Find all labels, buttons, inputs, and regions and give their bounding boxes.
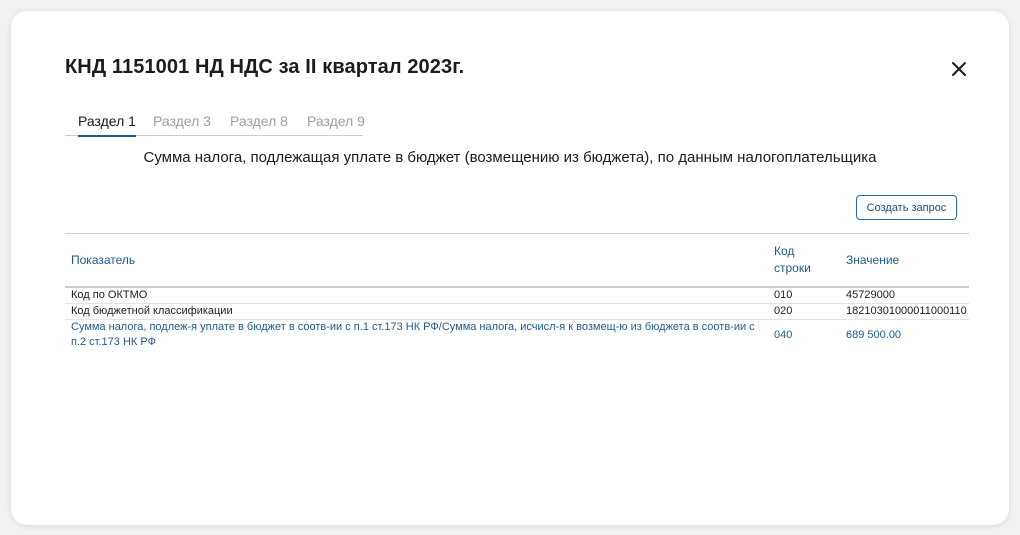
row-code: 040: [774, 329, 793, 341]
tab-section-8[interactable]: Раздел 8: [230, 112, 288, 135]
row-indicator: Код по ОКТМО: [71, 289, 148, 301]
header-indicator: Показатель: [71, 253, 136, 267]
header-line-code-line1: Код: [774, 244, 795, 258]
tab-section-1[interactable]: Раздел 1: [78, 112, 136, 137]
modal-title: КНД 1151001 НД НДС за II квартал 2023г.: [65, 56, 465, 78]
header-line-code: Код строки: [774, 243, 811, 277]
header-line-code-line2: строки: [774, 261, 811, 275]
row-value: 18210301000011000110: [846, 305, 967, 317]
table-row: Код по ОКТМО 010 45729000: [65, 288, 969, 304]
close-button[interactable]: [948, 58, 970, 80]
declaration-modal: КНД 1151001 НД НДС за II квартал 2023г. …: [11, 11, 1009, 525]
indicators-table: Показатель Код строки Значение Код по ОК…: [65, 233, 969, 352]
create-request-button[interactable]: Создать запрос: [856, 195, 957, 220]
header-value: Значение: [846, 253, 900, 267]
row-code: 020: [774, 305, 793, 317]
table-header: Показатель Код строки Значение: [65, 233, 969, 288]
table-row: Код бюджетной классификации 020 18210301…: [65, 304, 969, 320]
row-value: 45729000: [846, 289, 895, 301]
row-indicator: Код бюджетной классификации: [71, 305, 233, 317]
close-icon: [948, 58, 970, 80]
tab-section-9[interactable]: Раздел 9: [307, 112, 365, 135]
table-row[interactable]: Сумма налога, подлеж-я уплате в бюджет в…: [65, 320, 969, 352]
row-value: 689 500.00: [846, 329, 902, 341]
row-code: 010: [774, 289, 793, 301]
section-tabs: Раздел 1 Раздел 3 Раздел 8 Раздел 9: [65, 112, 365, 137]
tab-section-3[interactable]: Раздел 3: [153, 112, 211, 135]
row-indicator-link[interactable]: Сумма налога, подлеж-я уплате в бюджет в…: [71, 320, 761, 350]
section-heading: Сумма налога, подлежащая уплате в бюджет…: [143, 149, 877, 166]
